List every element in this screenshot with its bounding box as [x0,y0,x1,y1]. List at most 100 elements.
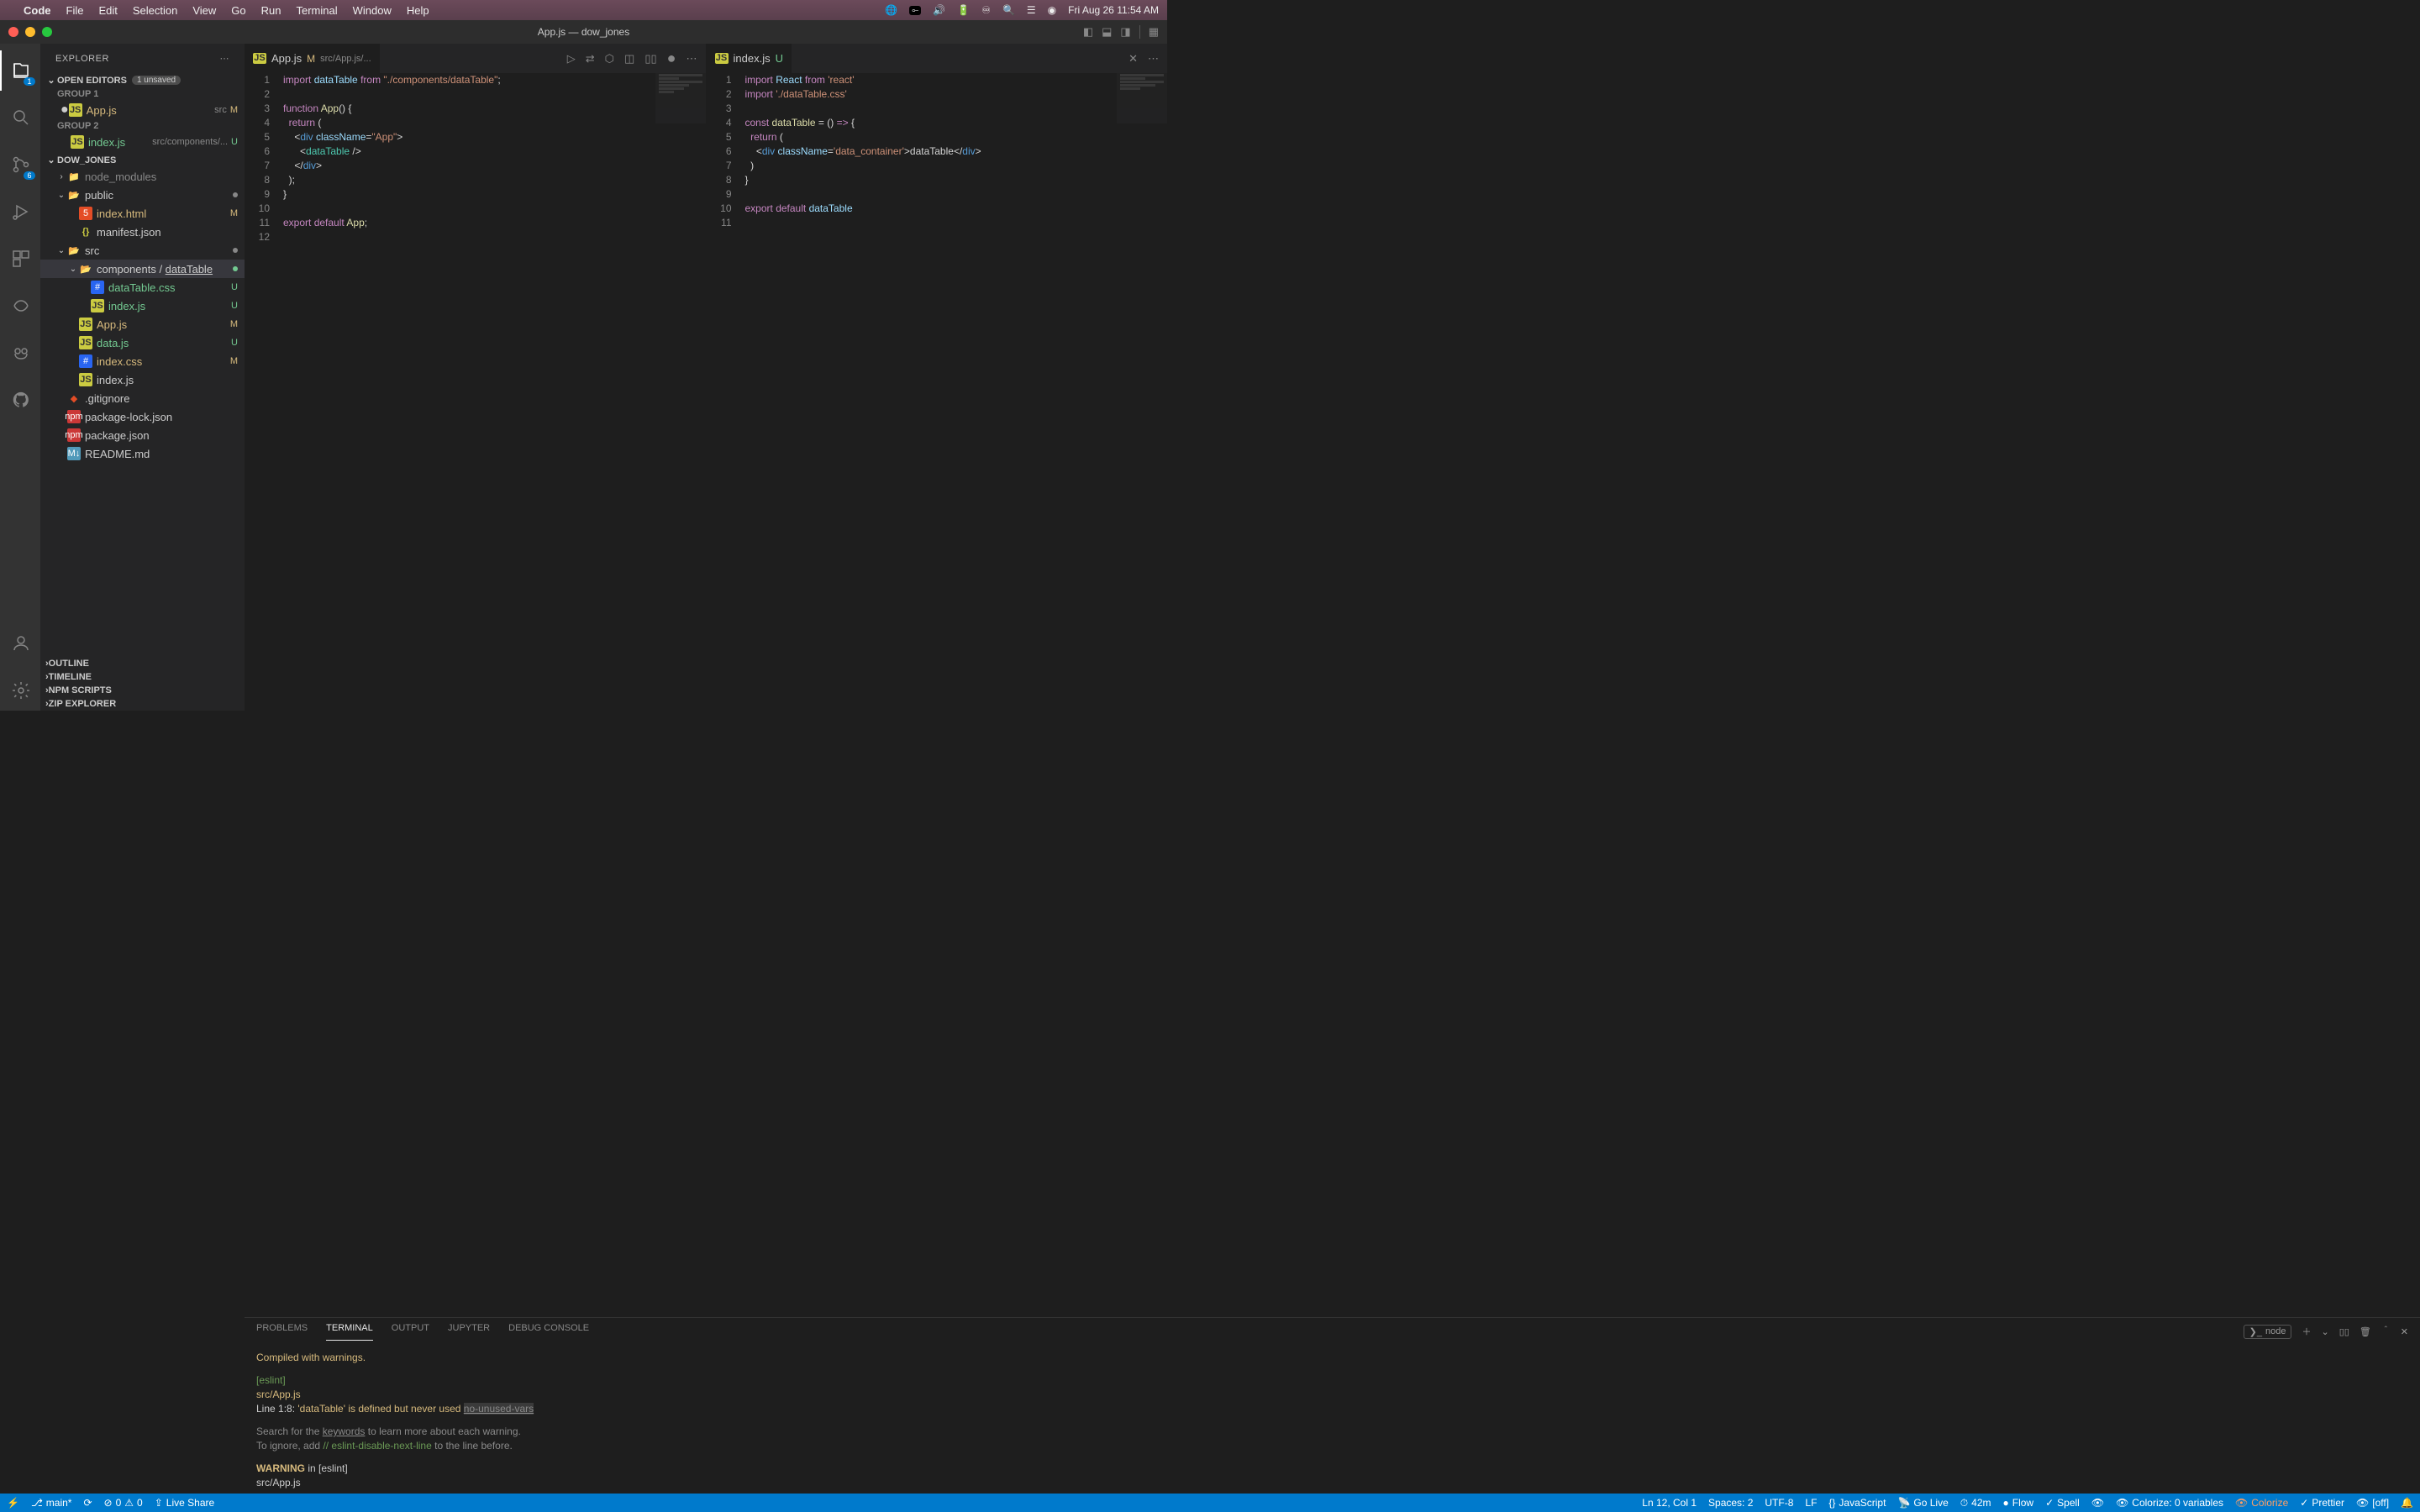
terminal-dropdown-icon[interactable]: ⌄ [2321,1326,2328,1337]
status-live-share[interactable]: ⇪ Live Share [155,1497,214,1509]
file-index-html[interactable]: 5index.htmlM [40,204,245,223]
new-terminal-icon[interactable]: ＋ [2302,1325,2311,1338]
file-package-json[interactable]: npmpackage.json [40,426,245,444]
split-icon[interactable]: ◫ [624,52,634,66]
status-encoding[interactable]: UTF-8 [1765,1497,1793,1509]
layout-panel-bottom-icon[interactable]: ⬓ [1102,25,1112,39]
search-icon[interactable]: 🔍 [1002,4,1015,16]
open-editor-app-js[interactable]: ● JS App.js src M [40,101,245,119]
status-eye[interactable]: 👁 [2091,1497,2104,1509]
volume-icon[interactable]: 🔊 [933,4,945,16]
kill-terminal-icon[interactable]: 🗑 [2360,1326,2371,1337]
usb-icon[interactable]: ⟜ [909,6,921,15]
menu-terminal[interactable]: Terminal [297,4,338,17]
menu-help[interactable]: Help [407,4,429,17]
code-editor-right[interactable]: 1234567891011 import React from 'react'i… [707,73,1168,711]
file-gitignore[interactable]: ◆.gitignore [40,389,245,407]
zip-explorer-section[interactable]: ›ZIP EXPLORER [40,697,245,711]
status-flow[interactable]: ● Flow [2002,1497,2033,1509]
menu-go[interactable]: Go [231,4,245,17]
timeline-section[interactable]: ›TIMELINE [40,670,245,684]
project-section[interactable]: ⌄DOW_JONES [40,153,245,167]
window-close-button[interactable] [8,27,18,37]
file-manifest-json[interactable]: {}manifest.json [40,223,245,241]
minimap[interactable] [1117,73,1167,123]
status-spaces[interactable]: Spaces: 2 [1708,1497,1753,1509]
close-tab-icon[interactable]: ✕ [1128,52,1138,66]
activity-explorer[interactable]: 1 [0,50,40,91]
activity-remote[interactable] [0,286,40,326]
layout-customize-icon[interactable]: ▦ [1149,25,1159,39]
panel-tab-jupyter[interactable]: JUPYTER [448,1323,490,1340]
file-readme[interactable]: M↓README.md [40,444,245,463]
status-cursor[interactable]: Ln 12, Col 1 [1642,1497,1697,1509]
loop-icon[interactable]: ♾ [981,4,991,16]
activity-run-debug[interactable] [0,192,40,232]
panel-tab-terminal[interactable]: TERMINAL [326,1323,373,1341]
status-remote[interactable]: ⚡ [7,1497,19,1509]
maximize-panel-icon[interactable]: ＾ [2381,1325,2391,1338]
status-spell[interactable]: ✓ Spell [2045,1497,2080,1509]
copilot-icon[interactable]: ⬡ [605,52,614,66]
split-editor-icon[interactable]: ▯▯ [644,52,656,66]
folder-components-datatable[interactable]: ⌄📂components / dataTable [40,260,245,278]
status-errors[interactable]: ⊘ 0 ⚠ 0 [104,1497,143,1509]
status-colorize[interactable]: 👁 Colorize [2235,1497,2288,1509]
status-time[interactable]: ⏱ 42m [1960,1497,1991,1509]
file-index-css[interactable]: #index.cssM [40,352,245,370]
code-editor-left[interactable]: 123456789101112 import dataTable from ".… [245,73,706,711]
file-package-lock[interactable]: npmpackage-lock.json [40,407,245,426]
battery-icon[interactable]: 🔋 [957,4,970,16]
open-editor-index-js[interactable]: JS index.js src/components/... U [40,133,245,151]
open-editors-section[interactable]: ⌄OPEN EDITORS 1 unsaved [40,73,245,87]
status-colorize-vars[interactable]: 👁 Colorize: 0 variables [2116,1497,2223,1509]
folder-src[interactable]: ⌄📂src [40,241,245,260]
layout-panel-right-icon[interactable]: ◨ [1120,25,1130,39]
activity-search[interactable] [0,97,40,138]
run-icon[interactable]: ▷ [567,52,576,66]
activity-accounts[interactable] [0,623,40,664]
tab-app-js[interactable]: JS App.js M src/App.js/... [245,44,381,73]
activity-settings[interactable] [0,670,40,711]
editor-more-icon[interactable]: ⋯ [1148,52,1159,66]
window-minimize-button[interactable] [25,27,35,37]
tab-index-js[interactable]: JS index.js U [707,44,792,73]
terminal-body[interactable]: Compiled with warnings. [eslint] src/App… [245,1346,2420,1494]
status-off[interactable]: 👁 [off] [2356,1497,2389,1509]
activity-source-control[interactable]: 6 [0,144,40,185]
activity-copilot[interactable] [0,333,40,373]
menu-edit[interactable]: Edit [98,4,117,17]
menu-file[interactable]: File [66,4,84,17]
status-language[interactable]: {} JavaScript [1828,1497,1886,1509]
panel-tab-debug[interactable]: DEBUG CONSOLE [508,1323,589,1340]
status-prettier[interactable]: ✓ Prettier [2300,1497,2344,1509]
panel-tab-output[interactable]: OUTPUT [392,1323,429,1340]
window-maximize-button[interactable] [42,27,52,37]
activity-github[interactable] [0,380,40,420]
folder-public[interactable]: ⌄📂public [40,186,245,204]
file-data-js[interactable]: JSdata.jsU [40,333,245,352]
menu-window[interactable]: Window [353,4,392,17]
close-panel-icon[interactable]: ✕ [2401,1326,2408,1337]
file-app-js[interactable]: JSApp.jsM [40,315,245,333]
control-center-icon[interactable]: ☰ [1027,4,1036,16]
menu-view[interactable]: View [192,4,216,17]
menu-run[interactable]: Run [261,4,281,17]
globe-icon[interactable]: 🌐 [885,4,897,16]
siri-icon[interactable]: ◉ [1048,4,1056,16]
clock[interactable]: Fri Aug 26 11:54 AM [1068,4,1159,16]
npm-scripts-section[interactable]: ›NPM SCRIPTS [40,684,245,697]
activity-extensions[interactable] [0,239,40,279]
layout-panel-left-icon[interactable]: ◧ [1083,25,1093,39]
panel-tab-problems[interactable]: PROBLEMS [256,1323,308,1340]
file-datatable-css[interactable]: #dataTable.cssU [40,278,245,297]
file-datatable-index-js[interactable]: JSindex.jsU [40,297,245,315]
minimap[interactable] [655,73,706,123]
folder-node-modules[interactable]: ›📁node_modules [40,167,245,186]
menu-selection[interactable]: Selection [133,4,177,17]
status-golive[interactable]: 📡 Go Live [1897,1497,1948,1509]
status-bell-icon[interactable]: 🔔 [2401,1497,2413,1509]
split-terminal-icon[interactable]: ▯▯ [2339,1326,2349,1337]
outline-section[interactable]: ›OUTLINE [40,657,245,670]
status-eol[interactable]: LF [1805,1497,1817,1509]
